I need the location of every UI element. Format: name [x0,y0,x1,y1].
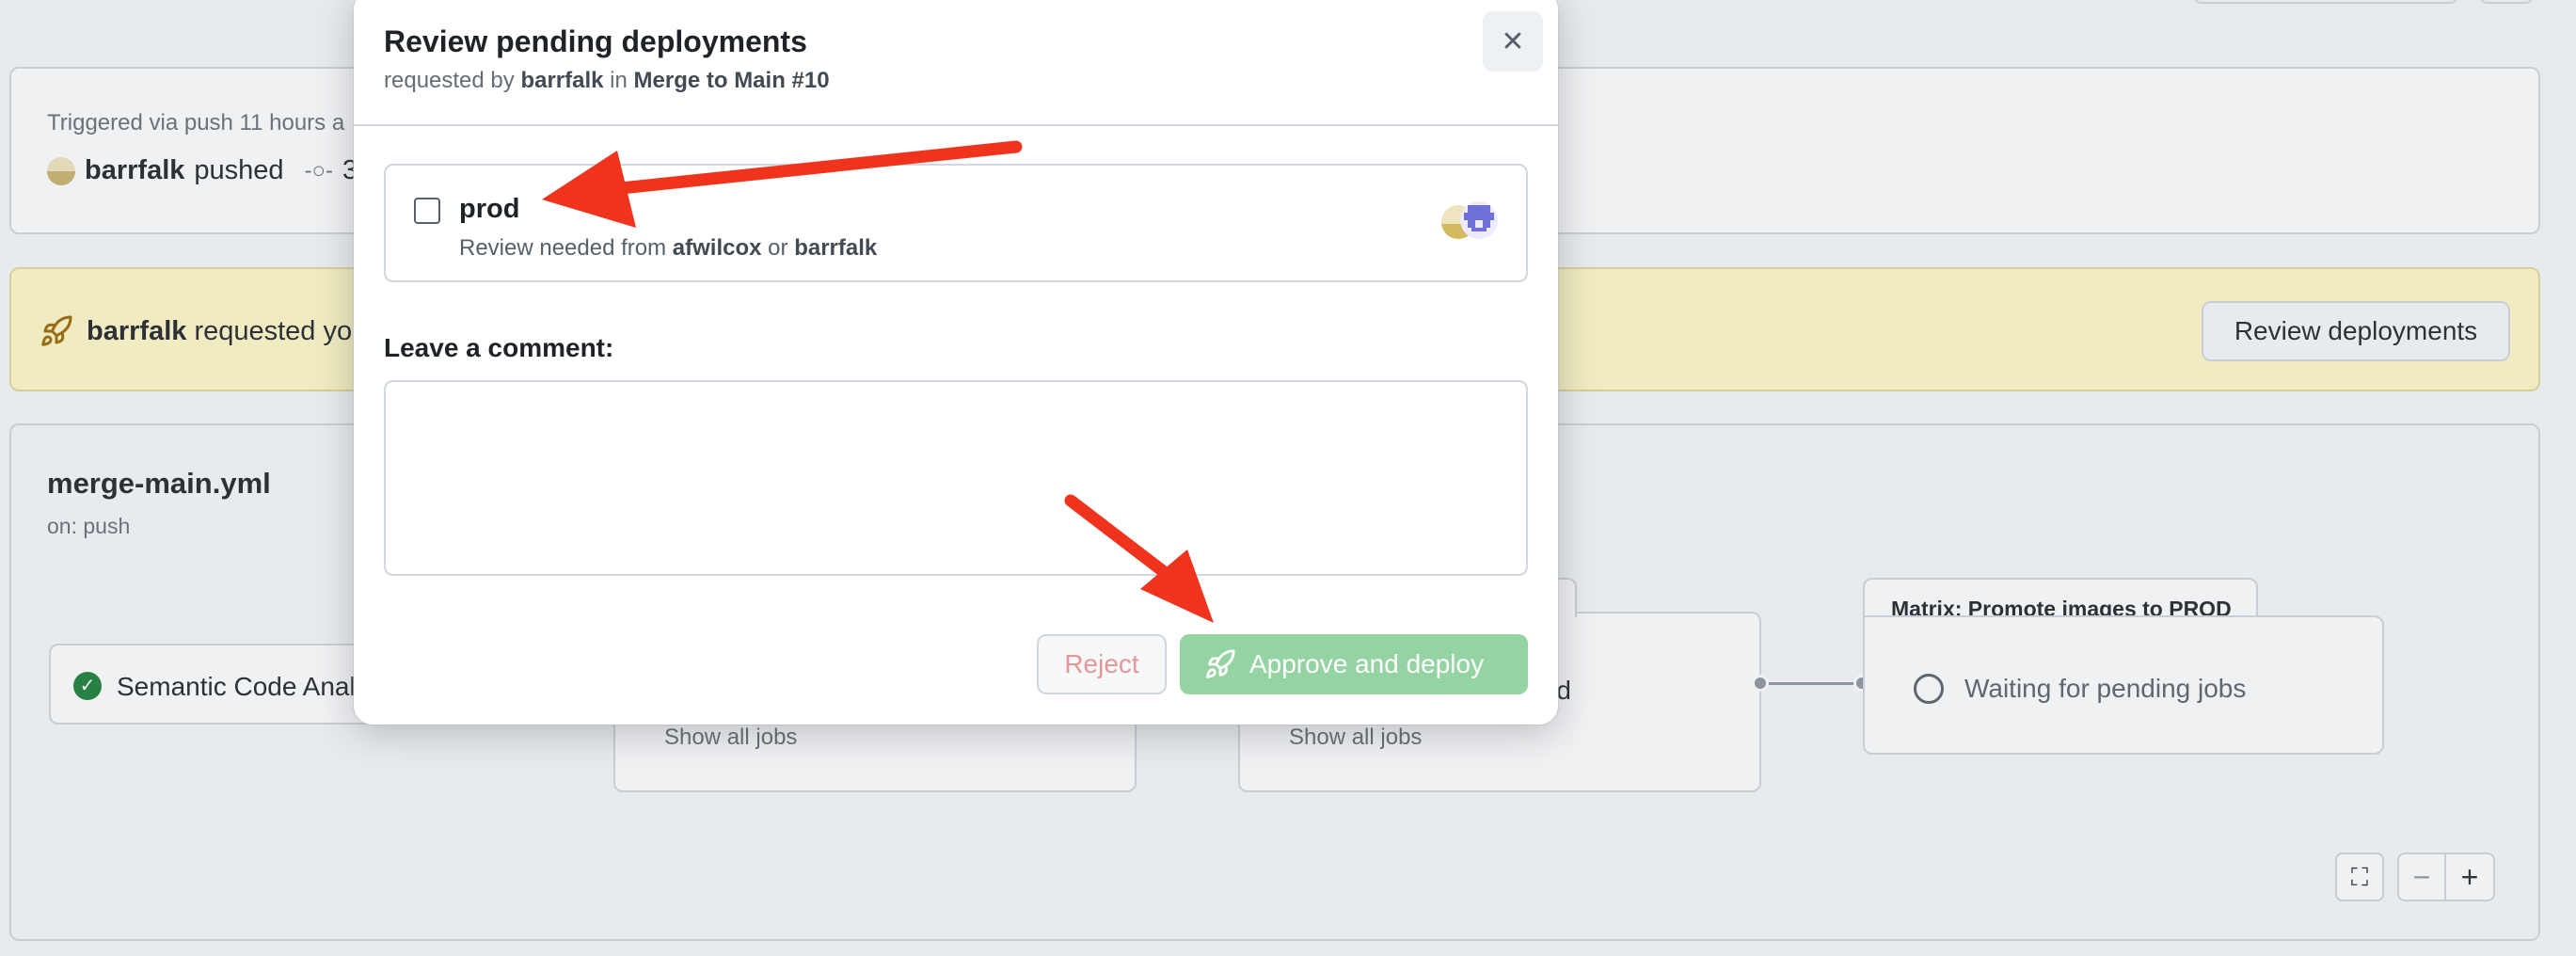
subtitle-mid: in [610,68,628,93]
subtitle-prefix: requested by [384,68,515,93]
job-status: Waiting for pending jobs [1964,674,2247,703]
zoom-pair: − + [2397,852,2495,901]
review-prefix: Review needed from [459,235,667,261]
environment-option[interactable]: prod Review needed from afwilcox or barr… [384,164,1528,282]
job-label: d [1556,676,1571,705]
banner-username[interactable]: barrfalk [87,316,186,346]
dialog-title: Review pending deployments [384,24,807,58]
fullscreen-icon[interactable]: ⛶ [2335,852,2384,901]
review-deployments-dialog: Review pending deployments requested by … [354,0,1558,725]
divider [354,124,1558,126]
show-all-jobs-link[interactable]: Show all jobs [1289,725,1422,751]
trigger-meta: Triggered via push 11 hours a [47,110,345,135]
banner-message: requested yo [194,316,353,346]
review-deployments-button[interactable]: Review deployments [2202,301,2510,361]
graph-zoom-controls: ⛶ − + [2335,852,2495,901]
job-label: Semantic Code Anal [117,672,356,701]
approve-and-deploy-button[interactable]: Approve and deploy [1180,634,1528,694]
reject-button[interactable]: Reject [1037,634,1167,694]
close-icon[interactable]: ✕ [1483,11,1543,72]
pending-circle-icon [1914,674,1944,704]
rocket-icon [41,315,72,346]
trigger-user-row: barrfalk pushed -○- 3c [47,155,372,186]
environment-reviewers: Review needed from afwilcox or barrfalk [459,235,877,262]
show-all-jobs-link[interactable]: Show all jobs [664,725,797,751]
subtitle-run[interactable]: Merge to Main #10 [634,68,830,93]
subtitle-user[interactable]: barrfalk [520,68,603,93]
trigger-username[interactable]: barrfalk [85,155,184,186]
top-menu-button[interactable] [2478,0,2535,4]
reviewer-1: afwilcox [672,235,762,261]
environment-name: prod [459,194,520,224]
comment-label: Leave a comment: [384,333,614,362]
dialog-subtitle: requested by barrfalk in Merge to Main #… [384,68,830,94]
avatar [1460,201,1498,239]
reviewer-avatars [1441,201,1498,243]
connector-dot [1752,675,1769,692]
reviewer-2: barrfalk [794,235,878,261]
job-matrix-promote[interactable]: Waiting for pending jobs [1863,615,2384,755]
environment-checkbox[interactable] [414,198,440,224]
banner-text: barrfalk requested yo [87,316,352,347]
commit-icon: -○- [304,157,334,183]
approve-label: Approve and deploy [1249,649,1485,678]
check-circle-icon: ✓ [73,672,102,700]
workflow-trigger: on: push [47,514,131,538]
review-or: or [768,235,788,261]
zoom-out-button[interactable]: − [2397,852,2446,901]
top-action-button[interactable] [2192,0,2459,4]
workflow-file-name: merge-main.yml [47,467,271,500]
rocket-icon [1206,649,1235,678]
job-connector [1761,682,1863,685]
zoom-in-button[interactable]: + [2446,852,2495,901]
avatar[interactable] [47,156,75,185]
trigger-action: pushed [194,155,284,185]
comment-textarea[interactable] [384,380,1528,576]
